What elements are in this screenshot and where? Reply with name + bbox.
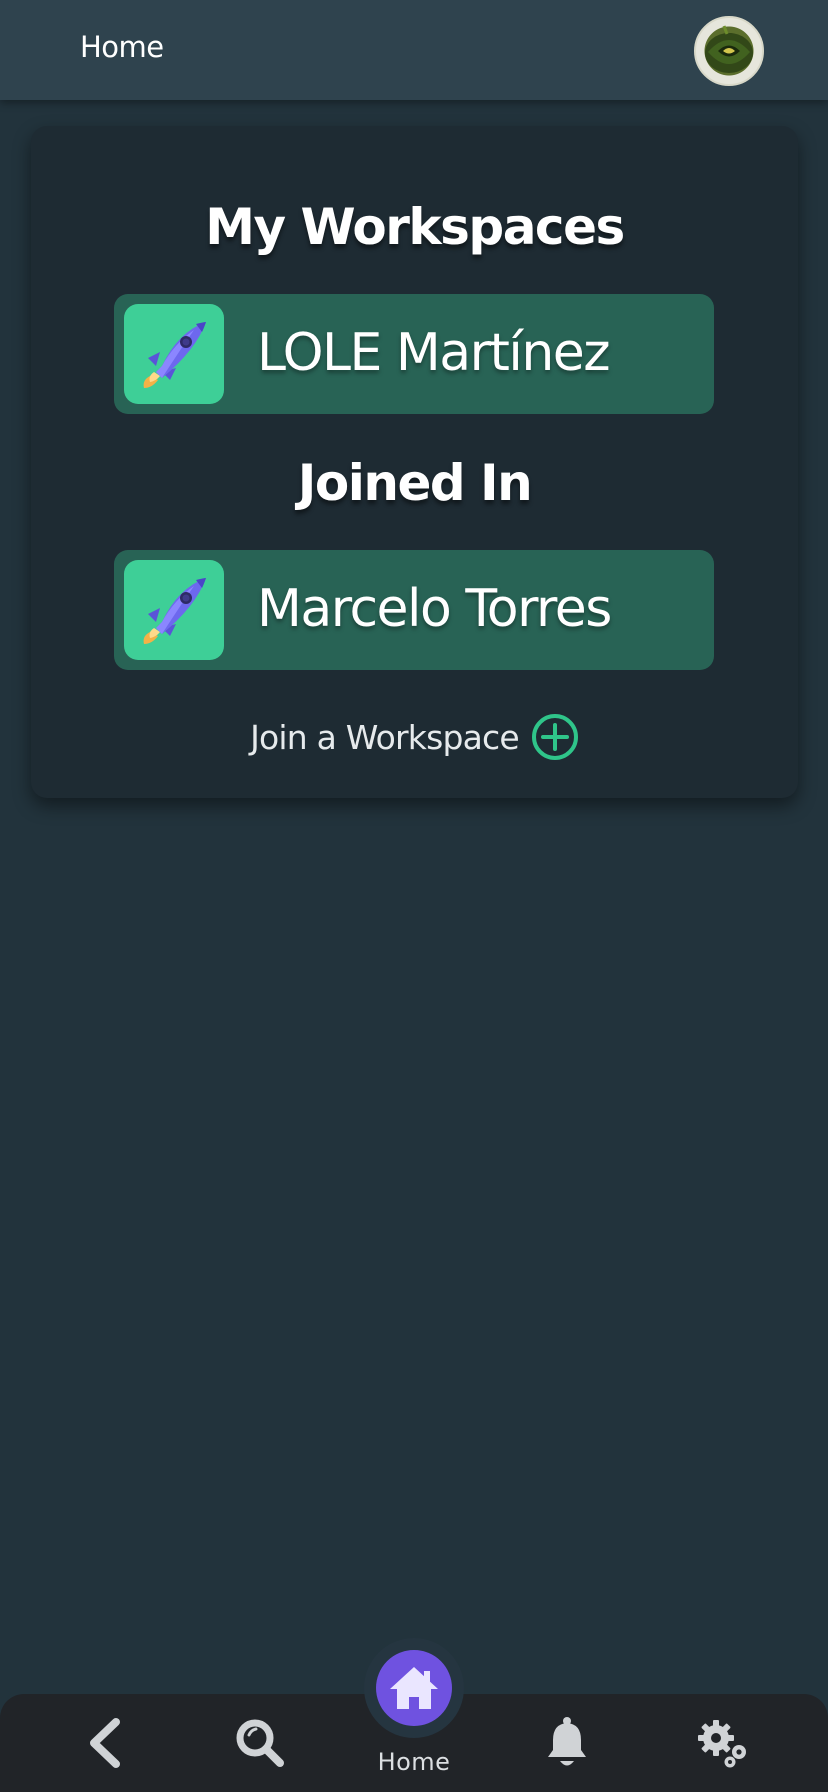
workspace-name: LOLE Martínez <box>257 323 611 383</box>
join-workspace-label: Join a Workspace <box>250 717 520 757</box>
settings-gears-icon <box>698 1720 746 1768</box>
workspaces-card: My Workspaces LOLE Martínez Joined In Ma… <box>31 126 798 798</box>
workspace-name: Marcelo Torres <box>257 579 612 639</box>
nav-home-button[interactable] <box>376 1650 452 1726</box>
home-icon <box>390 1667 438 1709</box>
user-avatar[interactable] <box>694 16 764 86</box>
nav-notifications-button[interactable] <box>527 1694 607 1792</box>
page-title: Home <box>80 30 164 64</box>
join-workspace-button[interactable]: Join a Workspace <box>31 709 798 765</box>
nav-home-label: Home <box>377 1748 451 1776</box>
joined-in-heading: Joined In <box>297 454 533 512</box>
top-app-bar: Home <box>0 0 828 100</box>
workspace-item-marcelo-torres[interactable]: Marcelo Torres <box>114 550 714 670</box>
back-arrow-icon <box>90 1718 120 1768</box>
nav-back-button[interactable] <box>64 1694 144 1792</box>
bell-icon <box>548 1717 586 1766</box>
rocket-icon <box>124 560 224 660</box>
my-workspaces-heading: My Workspaces <box>205 198 625 256</box>
nav-search-button[interactable] <box>220 1694 300 1792</box>
workspace-item-lole-martinez[interactable]: LOLE Martínez <box>114 294 714 414</box>
nav-settings-button[interactable] <box>684 1694 764 1792</box>
plus-circle-icon <box>531 714 578 760</box>
rocket-icon <box>124 304 224 404</box>
avatar-image <box>705 25 753 73</box>
search-icon <box>236 1719 284 1767</box>
